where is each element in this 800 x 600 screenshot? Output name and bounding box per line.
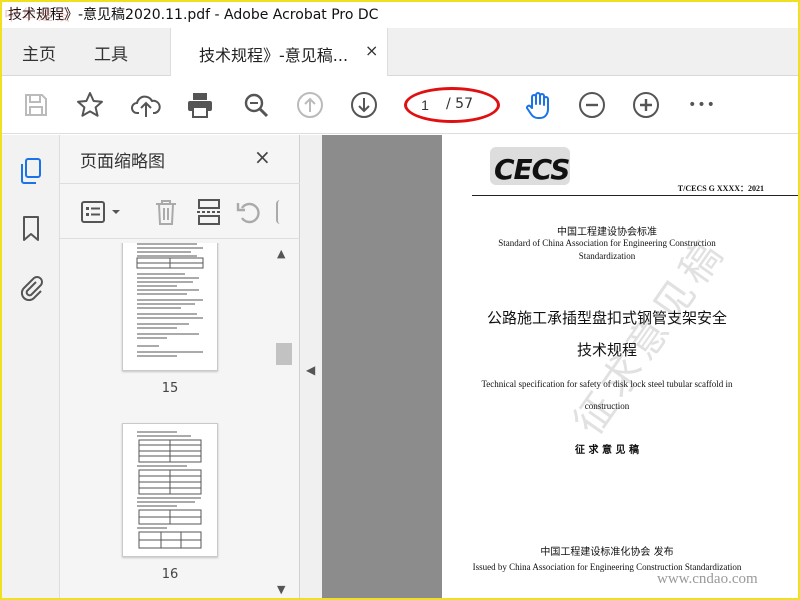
navigation-rail [2,135,60,598]
zoom-search-icon[interactable] [240,89,272,121]
tab-document-label: 技术规程》-意见稿... [199,46,349,65]
star-icon[interactable] [74,89,106,121]
thumbnail-scrollbar[interactable]: ▲ ▼ [274,243,294,598]
close-panel-icon[interactable]: × [254,145,271,169]
header-rule [472,195,798,196]
attachment-icon[interactable] [17,271,45,303]
page-navigator: / 57 [404,87,500,123]
acrobat-window: 技术规程》-意见稿2020.11.pdf - Adobe Acrobat Pro… [0,0,800,600]
extract-page-icon[interactable] [196,198,222,230]
previous-page-icon[interactable] [294,89,326,121]
site-watermark: www.cndao.com [657,571,758,587]
title-cn-line1: 公路施工承插型盘扣式钢管支架安全 [486,309,727,327]
tab-bar: 主页 工具 技术规程》-意见稿... × [2,28,798,76]
toolbar: / 57 ••• [2,76,798,134]
delete-page-icon[interactable] [154,198,178,230]
panel-title: 页面缩略图 [80,152,165,172]
options-menu-icon[interactable] [80,200,124,224]
thumbnail-list: 15 16 [60,243,274,598]
print-icon[interactable] [184,89,216,121]
pages-icon[interactable] [17,155,45,187]
hand-tool-icon[interactable] [522,89,554,121]
bookmark-icon[interactable] [17,213,45,245]
next-page-icon[interactable] [348,89,380,121]
thumbnail-page-16[interactable] [122,423,218,557]
save-icon[interactable] [20,89,52,121]
thumbnail-page-15[interactable] [122,243,218,371]
tab-home[interactable]: 主页 [22,40,56,65]
collapse-arrow-icon[interactable]: ◀ [306,363,315,377]
thumbnail-toolbar [60,183,300,239]
tab-document[interactable]: 技术规程》-意见稿... × [170,28,388,76]
document-page: CECS T/CECS G XXXX：2021 中国工程建设协会标准 Stand… [442,135,798,598]
cecs-logo: CECS [494,153,570,186]
publisher-cn: 中国工程建设标准化协会 发布 [540,547,674,558]
scrollbar-thumb[interactable] [276,343,292,365]
highlight-ellipse [404,87,500,123]
thumbnail-page-number: 16 [161,567,179,582]
panel-collapse-bar[interactable]: ◀ [300,135,322,598]
thumbnails-panel: 页面缩略图 × 15 16 ▲ ▼ [60,135,300,598]
title-bar: 技术规程》-意见稿2020.11.pdf - Adobe Acrobat Pro… [2,2,798,28]
cloud-upload-icon[interactable] [130,89,162,121]
tab-tools[interactable]: 工具 [94,40,128,65]
rotate-page-icon[interactable] [236,198,262,230]
scroll-down-icon[interactable]: ▼ [277,583,285,596]
standard-code: T/CECS G XXXX：2021 [677,184,764,193]
scroll-up-icon[interactable]: ▲ [277,247,285,260]
zoom-in-icon[interactable] [630,89,662,121]
overlay-watermark: 中华建设 [4,6,73,24]
more-tools-partial-icon[interactable] [276,200,284,224]
thumbnail-page-number: 15 [161,381,179,396]
document-view: CECS T/CECS G XXXX：2021 中国工程建设协会标准 Stand… [322,135,798,598]
draft-label: 征 求 意 见 稿 [575,445,639,456]
close-tab-icon[interactable]: × [365,41,378,60]
zoom-out-icon[interactable] [576,89,608,121]
more-tools-icon[interactable]: ••• [686,89,718,121]
